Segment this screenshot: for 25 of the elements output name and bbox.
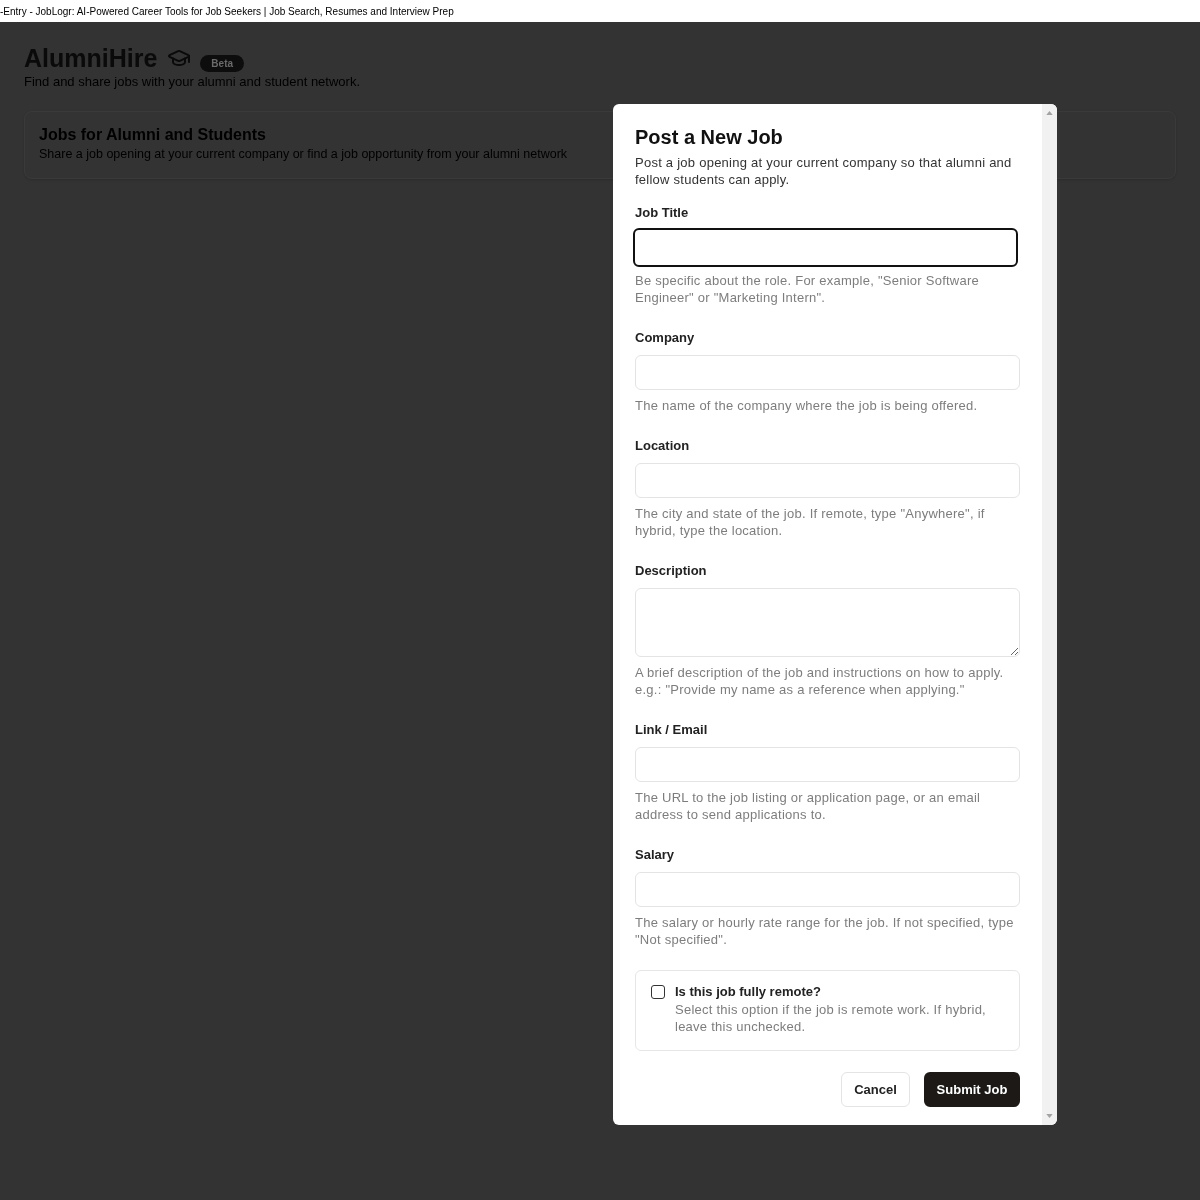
field-label: Salary: [635, 846, 675, 864]
checkbox[interactable]: [651, 985, 665, 999]
submit-button[interactable]: Submit Job: [924, 1072, 1020, 1107]
dialog-description: Post a job opening at your current company so that alumni and fellow students can apply.: [635, 154, 1013, 188]
field-help-text: The name of the company where the job is being offered.: [635, 397, 979, 414]
dialog-title: Post a New Job: [635, 125, 783, 150]
field-help-text: The city and state of the job. If remote, type "Anywhere", if hybrid, type the location.: [635, 505, 986, 539]
scroll-down-icon[interactable]: [1046, 1114, 1053, 1118]
cancel-button[interactable]: Cancel: [841, 1072, 910, 1107]
field-label: Company: [635, 329, 695, 347]
field-help-text: The URL to the job listing or application page, or an email address to send applications to.: [635, 789, 982, 823]
field-help-text: Be specific about the role. For example, "Senior Software Engineer" or "Marketing Intern".: [635, 272, 981, 306]
text-input-field[interactable]: [633, 228, 1018, 267]
field-help-text: The salary or hourly rate range for the job. If not specified, type "Not specified".: [635, 914, 1015, 948]
field-label: Job Title: [635, 204, 689, 222]
field-label: Location: [635, 437, 690, 455]
field-label: Description: [635, 562, 707, 580]
window-title: -Entry - JobLogr: AI-Powered Career Tools for Job Seekers | Job Search, Resumes and Interview Prep: [0, 4, 454, 19]
checkbox-label: Is this job fully remote?: [675, 983, 821, 1001]
textarea-field[interactable]: [635, 588, 1020, 657]
field-label: Link / Email: [635, 721, 708, 739]
checkbox-description: Select this option if the job is remote work. If hybrid, leave this unchecked.: [675, 1001, 987, 1035]
scroll-up-icon[interactable]: [1046, 111, 1053, 115]
field-help-text: A brief description of the job and instructions on how to apply. e.g.: "Provide my name as a reference when applying.": [635, 664, 1005, 698]
beta-badge: Beta: [200, 54, 245, 72]
